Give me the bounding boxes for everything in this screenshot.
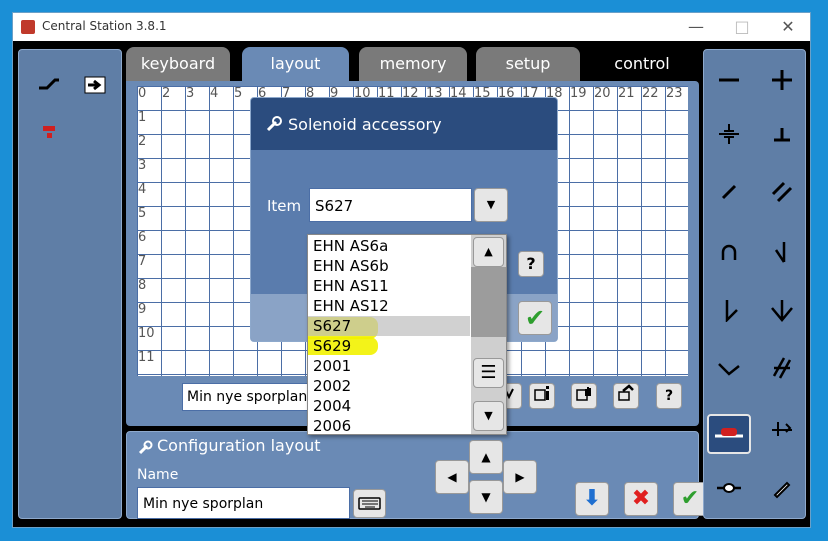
contact-track-icon[interactable]: [709, 476, 749, 508]
grid-col-label: 20: [594, 86, 611, 101]
scroll-menu-button[interactable]: ☰: [473, 358, 504, 388]
dropdown-option[interactable]: EHN AS11: [308, 276, 470, 296]
right-tool-panel: [703, 49, 806, 519]
grid-row-label: 2: [138, 134, 147, 149]
track-end-icon[interactable]: [762, 122, 802, 154]
grid-row-label: 6: [138, 230, 147, 245]
grid-col-label: 21: [618, 86, 635, 101]
window-title: Central Station 3.8.1: [42, 19, 167, 33]
pen-icon[interactable]: [762, 476, 802, 508]
main-content: keyboard layout memory setup control 0 2…: [13, 41, 810, 527]
signal-tool-icon[interactable]: [29, 120, 69, 152]
move-down-button[interactable]: ⬇: [575, 482, 609, 516]
hand-tool-icon[interactable]: [571, 383, 597, 409]
layout-plan-name[interactable]: Min nye sporplan: [182, 383, 310, 411]
grid-row-label: 10: [138, 326, 155, 341]
dropdown-option[interactable]: 2001: [308, 356, 470, 376]
grid-row-label: 4: [138, 182, 147, 197]
wrench-icon: [265, 115, 283, 137]
track-section-icon[interactable]: [709, 122, 749, 154]
tab-keyboard[interactable]: keyboard: [126, 47, 230, 83]
dialog-help-button[interactable]: ?: [518, 251, 544, 277]
item-label: Item: [267, 197, 302, 215]
maximize-button[interactable]: □: [719, 13, 765, 41]
name-label: Name: [137, 467, 179, 483]
app-icon: [21, 20, 35, 34]
config-layout-panel: Configuration layout Name Min nye sporpl…: [126, 431, 707, 519]
grid-col-label: 22: [642, 86, 659, 101]
double-track-icon[interactable]: [762, 180, 802, 212]
curve-icon[interactable]: [709, 356, 749, 388]
turnout-left-icon[interactable]: [709, 298, 749, 330]
minus-icon[interactable]: [709, 68, 749, 100]
grid-col-label: 5: [234, 86, 243, 101]
left-tool-panel: [18, 49, 122, 519]
diagonal-track-icon[interactable]: [709, 180, 749, 212]
help-button[interactable]: ?: [656, 383, 682, 409]
dropdown-option-selected[interactable]: S627: [308, 316, 470, 336]
grid-row-label: 11: [138, 350, 155, 365]
dropdown-option[interactable]: EHN AS12: [308, 296, 470, 316]
grid-col-label: 2: [162, 86, 171, 101]
grid-row-label: 1: [138, 110, 147, 125]
dropdown-option[interactable]: EHN AS6b: [308, 256, 470, 276]
grid-col-label: 19: [570, 86, 587, 101]
grid-col-label: 0: [138, 86, 147, 101]
rotate-icon[interactable]: [613, 383, 639, 409]
name-input[interactable]: Min nye sporplan: [137, 487, 350, 519]
dropdown-option[interactable]: 2006: [308, 416, 470, 434]
grid-row-label: 8: [138, 278, 147, 293]
tunnel-icon[interactable]: [709, 240, 749, 272]
turnout-right-icon[interactable]: [762, 240, 802, 272]
grid-row-label: 5: [138, 206, 147, 221]
exit-arrow-icon[interactable]: [75, 72, 115, 104]
grid-row-label: 3: [138, 158, 147, 173]
dropdown-option[interactable]: EHN AS6a: [308, 236, 470, 256]
tab-control[interactable]: control: [590, 47, 694, 83]
dropdown-option[interactable]: 2004: [308, 396, 470, 416]
track-tool-icon[interactable]: [29, 72, 69, 104]
dropdown-scrollbar[interactable]: ▲ ☰ ▼: [471, 235, 506, 434]
dropdown-caret-button[interactable]: ▼: [474, 188, 508, 222]
decoupler-tool-icon[interactable]: [707, 414, 751, 454]
title-bar: Central Station 3.8.1 — □ ✕: [13, 13, 810, 41]
wrench-icon: [137, 440, 153, 460]
confirm-button[interactable]: ✔: [673, 482, 707, 516]
close-button[interactable]: ✕: [765, 13, 811, 41]
crossing-icon[interactable]: [762, 356, 802, 388]
grid-col-label: 3: [186, 86, 195, 101]
signal-track-icon[interactable]: [762, 416, 802, 448]
tab-setup[interactable]: setup: [476, 47, 580, 83]
tab-layout[interactable]: layout: [242, 47, 349, 83]
cancel-button[interactable]: ✖: [624, 482, 658, 516]
info-icon[interactable]: [529, 383, 555, 409]
config-title: Configuration layout: [157, 436, 321, 455]
plus-icon[interactable]: [762, 68, 802, 100]
dialog-ok-button[interactable]: ✔: [518, 301, 552, 335]
app-window: Central Station 3.8.1 — □ ✕ keyboard lay…: [12, 12, 811, 528]
grid-col-label: 23: [666, 86, 683, 101]
grid-col-label: 4: [210, 86, 219, 101]
left-arrow-button[interactable]: ◀: [435, 460, 469, 494]
dialog-header: Solenoid accessory: [251, 98, 557, 150]
dialog-title: Solenoid accessory: [288, 115, 442, 134]
up-arrow-button[interactable]: ▲: [469, 440, 503, 474]
grid-row-label: 9: [138, 302, 147, 317]
scrollbar-thumb[interactable]: [471, 267, 506, 337]
dropdown-option[interactable]: 2002: [308, 376, 470, 396]
three-way-turnout-icon[interactable]: [762, 298, 802, 330]
right-arrow-button[interactable]: ▶: [503, 460, 537, 494]
grid-row-label: 7: [138, 254, 147, 269]
item-dropdown-list[interactable]: EHN AS6a EHN AS6b EHN AS11 EHN AS12 S627…: [307, 234, 507, 435]
item-select[interactable]: S627: [309, 188, 472, 222]
minimize-button[interactable]: —: [673, 13, 719, 41]
down-arrow-button[interactable]: ▼: [469, 480, 503, 514]
scroll-down-button[interactable]: ▼: [473, 401, 504, 431]
tab-memory[interactable]: memory: [359, 47, 467, 83]
keyboard-icon[interactable]: [353, 489, 386, 518]
scroll-up-button[interactable]: ▲: [473, 237, 504, 267]
dropdown-option[interactable]: S629: [308, 336, 470, 356]
